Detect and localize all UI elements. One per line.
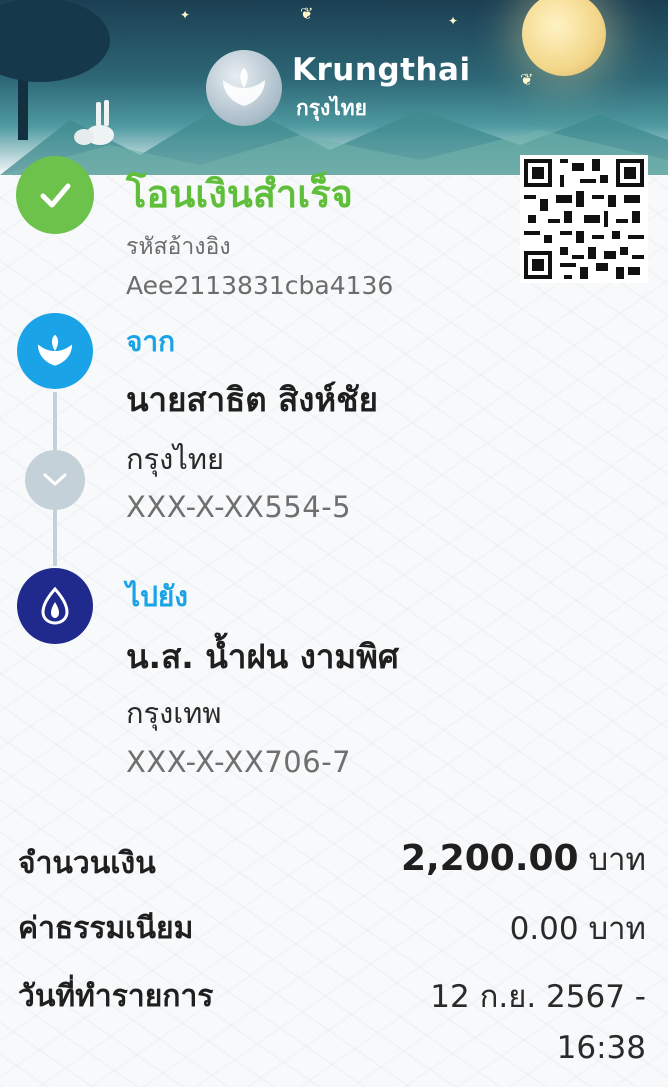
amount-value: 2,200.00 บาท: [401, 834, 646, 884]
recipient-bank: กรุงเทพ: [126, 696, 222, 730]
star-icon: ✦: [180, 8, 191, 22]
recipient-account: XXX-X-XX706-7: [126, 745, 352, 779]
transfer-slip: ✦ ❦ ❦ ❦ ✦ Krungthai กรุงไทย: [0, 0, 668, 1087]
sender-bank: กรุงไทย: [126, 442, 224, 476]
butterfly-icon: ❦: [300, 4, 314, 23]
connector-line: [53, 392, 57, 450]
date-value: 12 ก.ย. 2567 -: [430, 979, 646, 1015]
header-banner: ✦ ❦ ❦ ❦ ✦ Krungthai กรุงไทย: [0, 0, 668, 175]
star-icon: ✦: [448, 14, 459, 28]
to-label: ไปยัง: [126, 580, 188, 613]
brand-name-en: Krungthai: [292, 52, 471, 88]
amount-number: 2,200.00: [400, 838, 579, 879]
date-label: วันที่ทำรายการ: [18, 979, 214, 1014]
bangkok-bank-icon: [17, 568, 93, 644]
tree-decoration: [0, 0, 114, 145]
amount-label: จำนวนเงิน: [18, 846, 156, 881]
reference-label: รหัสอ้างอิง: [126, 234, 231, 260]
fee-label: ค่าธรรมเนียม: [18, 911, 194, 946]
brand-name-th: กรุงไทย: [296, 96, 367, 120]
time-value: 16:38: [556, 1030, 646, 1066]
recipient-name: น.ส. น้ำฝน งามพิศ: [126, 637, 399, 676]
reference-number: Aee2113831cba4136: [126, 271, 394, 300]
krungthai-bird-logo-icon: [206, 50, 282, 126]
sender-name: นายสาธิต สิงห์ชัย: [126, 380, 378, 419]
krungthai-bank-icon: [17, 313, 93, 389]
amount-unit: บาท: [588, 842, 646, 878]
connector-line: [53, 510, 57, 566]
check-icon: [16, 156, 94, 234]
chevron-down-icon: [25, 450, 85, 510]
from-label: จาก: [126, 325, 176, 358]
qr-code: [520, 155, 648, 283]
sender-account: XXX-X-XX554-5: [126, 490, 352, 524]
status-title: โอนเงินสำเร็จ: [126, 172, 353, 216]
fee-value: 0.00 บาท: [509, 911, 646, 947]
